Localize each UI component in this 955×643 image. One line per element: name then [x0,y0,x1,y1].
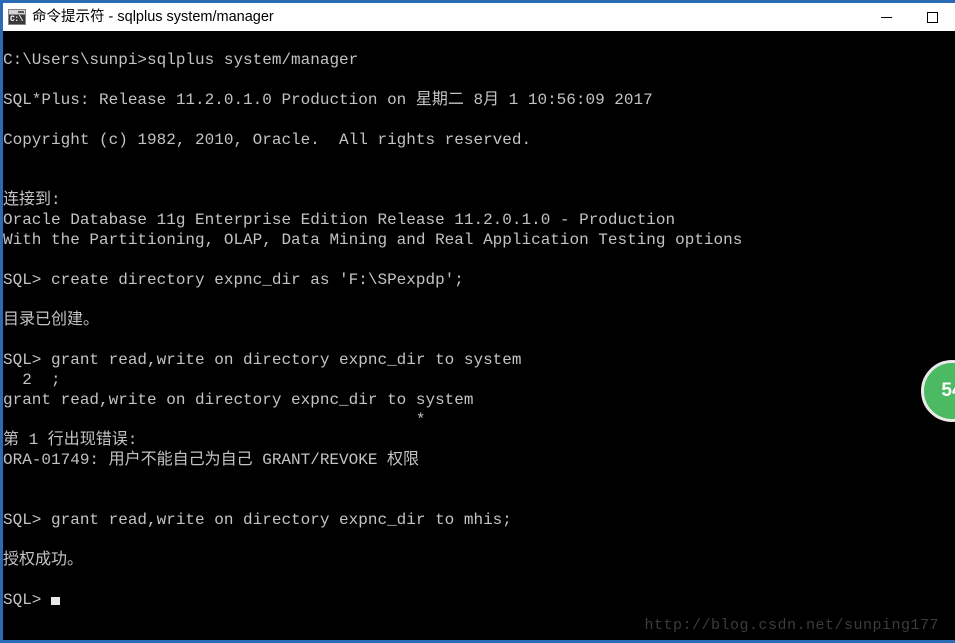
cmd-icon-prompt-glyph: C:\ [10,15,23,24]
minimize-icon [880,16,892,18]
maximize-button[interactable] [909,3,955,31]
command-prompt-window: C:\ 命令提示符 - sqlplus system/manager C:\Us… [0,0,955,643]
titlebar-title-area: C:\ 命令提示符 - sqlplus system/manager [3,7,863,27]
cmd-icon: C:\ [8,9,26,25]
window-title: 命令提示符 - sqlplus system/manager [32,9,274,25]
minimize-button[interactable] [863,3,909,31]
maximize-icon [926,11,938,23]
text-cursor [51,597,61,605]
window-controls [863,3,955,31]
console-output: C:\Users\sunpi>sqlplus system/manager SQ… [3,51,743,609]
window-titlebar[interactable]: C:\ 命令提示符 - sqlplus system/manager [3,3,955,31]
notification-badge-count: 54 [941,380,955,401]
terminal-surface[interactable]: C:\Users\sunpi>sqlplus system/manager SQ… [3,31,955,640]
watermark-text: http://blog.csdn.net/sunping177 [644,617,939,634]
